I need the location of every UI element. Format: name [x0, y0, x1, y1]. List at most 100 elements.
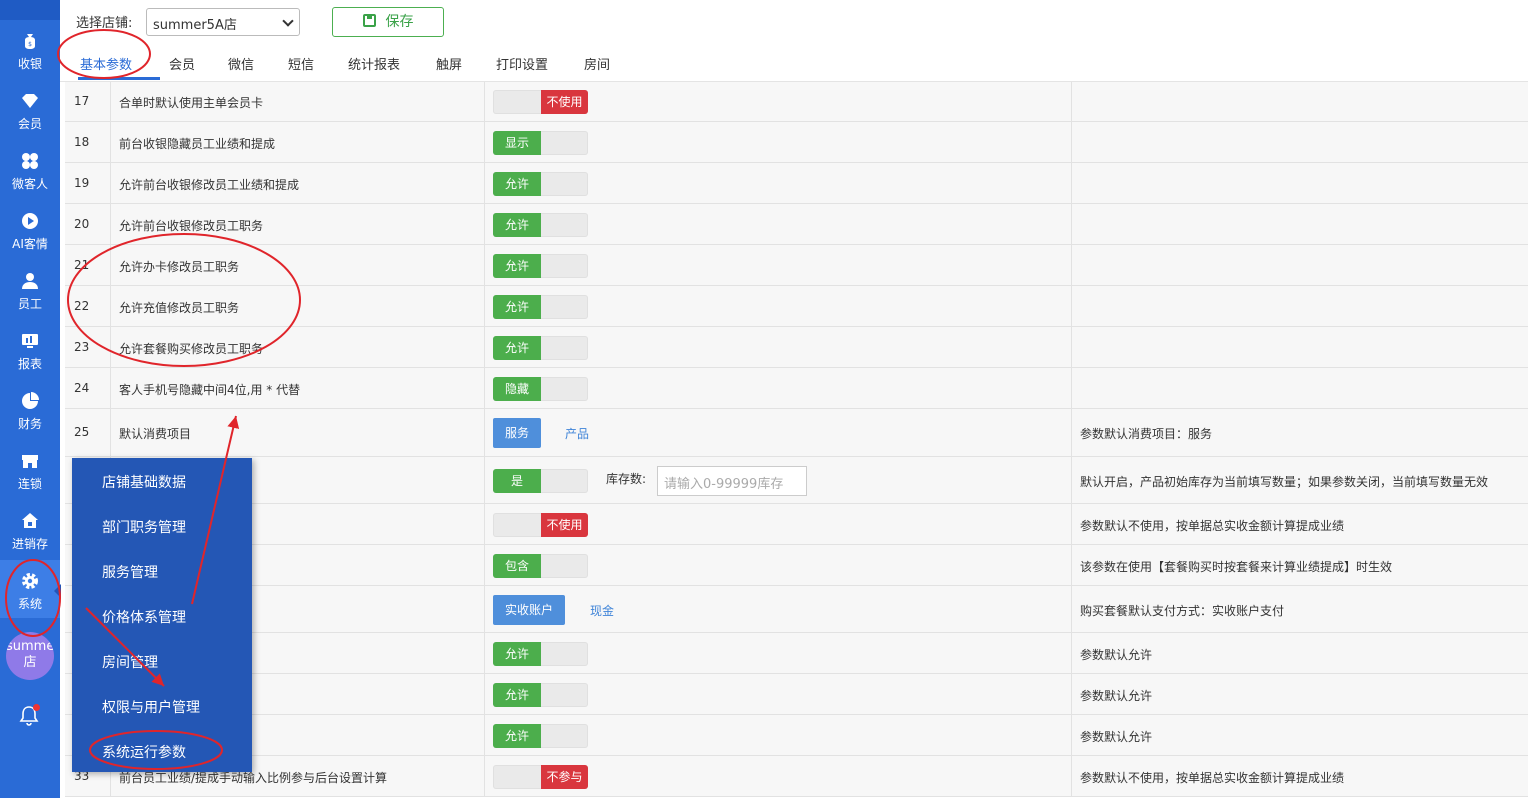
sidebar-item-label: 收银 — [17, 57, 42, 71]
toggle-on-label: 允许 — [493, 295, 541, 319]
param-note: 默认开启，产品初始库存为当前填写数量；如果参数关闭，当前填写数量无效 — [1080, 475, 1489, 489]
sidebar-item-label: 会员 — [17, 117, 42, 131]
param-toggle[interactable]: 允许 — [493, 254, 588, 278]
save-button[interactable]: 保存 — [332, 7, 444, 37]
param-toggle[interactable]: 不使用 — [493, 513, 588, 537]
menu-item-permission-user[interactable]: 权限与用户管理 — [102, 697, 200, 717]
tab-sms[interactable]: 短信 — [288, 54, 314, 73]
param-toggle[interactable]: 允许 — [493, 724, 588, 748]
param-toggle[interactable]: 是 — [493, 469, 588, 493]
param-name: 允许套餐购买修改员工职务 — [119, 342, 264, 356]
system-menu: 店铺基础数据 部门职务管理 服务管理 价格体系管理 房间管理 权限与用户管理 系… — [72, 458, 252, 772]
tab-print-settings[interactable]: 打印设置 — [496, 54, 548, 73]
segment-selected-button[interactable]: 服务 — [493, 418, 542, 448]
sidebar-item-member[interactable]: 会员 — [0, 80, 60, 138]
cell-control: 实收账户 现金 — [485, 586, 1072, 632]
bell-icon[interactable] — [18, 704, 40, 726]
menu-item-store-basic-data[interactable]: 店铺基础数据 — [102, 472, 186, 492]
sidebar-item-inventory[interactable]: 进销存 — [0, 500, 60, 558]
toggle-on-label: 显示 — [493, 131, 541, 155]
store-select-value: summer5A店 — [153, 18, 237, 33]
param-toggle[interactable]: 隐藏 — [493, 377, 588, 401]
param-toggle[interactable]: 包含 — [493, 554, 588, 578]
stock-input[interactable]: 请输入0-99999库存 — [657, 466, 807, 496]
tab-stat-reports[interactable]: 统计报表 — [348, 54, 400, 73]
param-toggle[interactable]: 允许 — [493, 172, 588, 196]
cell-note — [1072, 82, 1528, 121]
sidebar-item-label: 员工 — [17, 297, 42, 311]
param-toggle[interactable]: 不使用 — [493, 90, 588, 114]
cell-number: 21 — [65, 245, 111, 285]
cash-bag-icon: $ — [25, 34, 35, 49]
param-toggle[interactable]: 允许 — [493, 642, 588, 666]
segment-option-link[interactable]: 产品 — [565, 425, 589, 442]
menu-item-dept-position[interactable]: 部门职务管理 — [102, 517, 186, 537]
tab-touchscreen[interactable]: 触屏 — [436, 54, 462, 73]
segment-option-link[interactable]: 现金 — [590, 602, 614, 619]
toggle-off-label: 不使用 — [541, 513, 588, 537]
sidebar-item-chain[interactable]: 连锁 — [0, 440, 60, 498]
toggle-on-label: 隐藏 — [493, 377, 541, 401]
store-select[interactable]: summer5A店 — [146, 8, 300, 36]
param-toggle[interactable]: 显示 — [493, 131, 588, 155]
store-icon — [22, 455, 38, 468]
monitor-icon — [22, 334, 38, 348]
cell-note: 参数默认允许 — [1072, 633, 1528, 673]
tab-basic-params[interactable]: 基本参数 — [80, 54, 132, 73]
row-number: 24 — [74, 381, 90, 395]
sidebar-item-ai-relation[interactable]: AI客情 — [0, 200, 60, 258]
param-toggle[interactable]: 允许 — [493, 336, 588, 360]
row-number: 17 — [74, 94, 90, 108]
sidebar-item-reports[interactable]: 报表 — [0, 320, 60, 378]
cell-param-name: 允许前台收银修改员工业绩和提成 — [111, 163, 485, 203]
sidebar-item-staff[interactable]: 员工 — [0, 260, 60, 318]
table-row: 与金额允许参数默认允许 — [65, 633, 1528, 674]
param-name: 合单时默认使用主单会员卡 — [119, 96, 264, 110]
avatar[interactable]: summer5A店 — [6, 632, 54, 680]
tab-wechat[interactable]: 微信 — [228, 54, 254, 73]
table-row: 18 前台收银隐藏员工业绩和提成 显示 — [65, 122, 1528, 163]
segment-selected-button[interactable]: 实收账户 — [493, 595, 566, 625]
active-tab-underline — [78, 77, 160, 80]
tab-member[interactable]: 会员 — [169, 54, 195, 73]
menu-item-system-params[interactable]: 系统运行参数 — [102, 742, 186, 762]
cell-param-name: 默认消费项目 — [111, 409, 485, 456]
cell-param-name: 允许前台收银修改员工职务 — [111, 204, 485, 244]
menu-item-price-system[interactable]: 价格体系管理 — [102, 607, 186, 627]
sidebar-item-wechat-guest[interactable]: 微客人 — [0, 140, 60, 198]
sidebar-item-label: 进销存 — [11, 537, 48, 551]
menu-item-room-mgmt[interactable]: 房间管理 — [102, 652, 158, 672]
cell-control: 包含 — [485, 545, 1072, 585]
cell-param-name: 允许充值修改员工职务 — [111, 286, 485, 326]
sidebar-item-system[interactable]: 系统 — [0, 560, 61, 618]
param-note: 参数默认允许 — [1080, 730, 1153, 744]
cell-control: 不使用 — [485, 504, 1072, 544]
cell-note — [1072, 286, 1528, 326]
cell-control: 允许 — [485, 204, 1072, 244]
toggle-on-label: 允许 — [493, 213, 541, 237]
cell-param-name: 客人手机号隐藏中间4位,用 * 代替 — [111, 368, 485, 408]
sidebar-item-cashier[interactable]: $ 收银 — [0, 20, 60, 78]
tab-room[interactable]: 房间 — [584, 54, 610, 73]
toggle-on-label: 允许 — [493, 642, 541, 666]
sidebar-item-label: 报表 — [17, 357, 42, 371]
sidebar-item-finance[interactable]: 财务 — [0, 380, 60, 438]
cell-control: 允许 — [485, 674, 1072, 714]
param-toggle[interactable]: 允许 — [493, 295, 588, 319]
table-row: 的产品销售允许参数默认允许 — [65, 715, 1528, 756]
save-icon — [362, 14, 376, 27]
sidebar-item-label: 系统 — [17, 597, 42, 611]
param-note: 参数默认允许 — [1080, 648, 1153, 662]
param-toggle[interactable]: 允许 — [493, 213, 588, 237]
notification-dot — [33, 704, 40, 711]
param-toggle[interactable]: 不参与 — [493, 765, 588, 789]
table-row: 是 库存数: 请输入0-99999库存 默认开启，产品初始库存为当前填写数量；如果参数… — [65, 457, 1528, 504]
cell-note: 参数默认允许 — [1072, 715, 1528, 755]
toggle-on-label: 是 — [493, 469, 541, 493]
row-number: 19 — [74, 176, 90, 190]
param-note: 参数默认不使用，按单据总实收金额计算提成业绩 — [1080, 771, 1345, 785]
param-toggle[interactable]: 允许 — [493, 683, 588, 707]
menu-item-service-mgmt[interactable]: 服务管理 — [102, 562, 158, 582]
cell-control: 隐藏 — [485, 368, 1072, 408]
param-note: 参数默认不使用，按单据总实收金额计算提成业绩 — [1080, 519, 1345, 533]
